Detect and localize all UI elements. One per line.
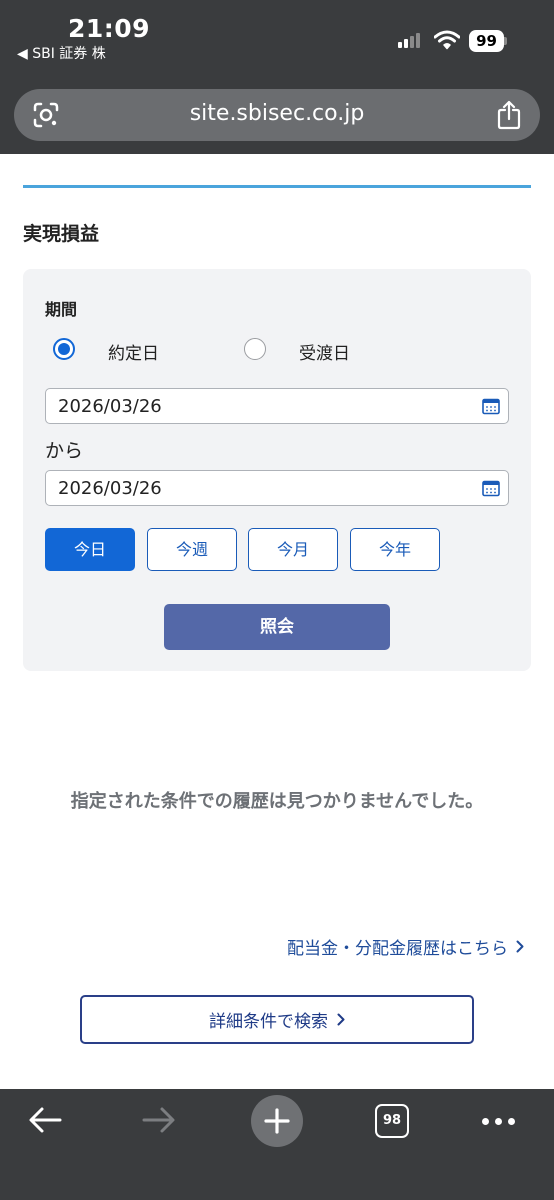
address-bar[interactable]: site.sbisec.co.jp <box>14 89 540 141</box>
accent-divider <box>23 185 531 188</box>
search-condition-panel: 期間 約定日 受渡日 2026/03/26 から 2026/03/26 今日 今… <box>23 269 531 671</box>
tab-switcher-button[interactable]: 98 <box>375 1104 409 1138</box>
more-menu-icon[interactable] <box>482 1118 516 1126</box>
new-tab-button[interactable] <box>251 1095 303 1147</box>
wifi-icon <box>434 30 460 50</box>
quick-this-year-button[interactable]: 今年 <box>350 528 440 571</box>
page-title: 実現損益 <box>23 223 100 245</box>
dividend-history-link[interactable]: 配当金・分配金履歴はこちら <box>287 934 524 959</box>
quick-today-button[interactable]: 今日 <box>45 528 135 571</box>
period-label: 期間 <box>45 300 78 319</box>
forward-arrow-icon[interactable] <box>142 1106 176 1134</box>
plus-icon <box>264 1108 290 1134</box>
date-to-value[interactable]: 2026/03/26 <box>58 478 162 499</box>
back-to-app-link[interactable]: ◀ SBI 証券 株 <box>17 43 106 63</box>
dividend-history-link-label[interactable]: 配当金・分配金履歴はこちら <box>287 934 508 959</box>
battery-icon: 99 <box>469 30 507 52</box>
radio-trade-date[interactable] <box>53 338 75 360</box>
share-icon[interactable] <box>496 100 522 130</box>
chevron-right-icon <box>337 1013 345 1026</box>
no-results-message: 指定された条件での履歴は見つかりませんでした。 <box>70 791 484 812</box>
status-time: 21:09 <box>68 14 151 43</box>
browser-top-bar: 21:09 ◀ SBI 証券 株 99 site.sbisec.co.jp <box>0 0 554 154</box>
browser-bottom-toolbar: 98 <box>0 1089 554 1200</box>
cellular-signal-icon <box>398 32 424 48</box>
date-from-field[interactable]: 2026/03/26 <box>45 388 509 424</box>
quick-this-month-button[interactable]: 今月 <box>248 528 338 571</box>
calendar-icon[interactable] <box>482 480 500 497</box>
radio-settlement-date-label[interactable]: 受渡日 <box>299 339 350 364</box>
date-from-value[interactable]: 2026/03/26 <box>58 396 162 417</box>
range-separator: から <box>45 440 84 462</box>
date-to-field[interactable]: 2026/03/26 <box>45 470 509 506</box>
radio-settlement-date[interactable] <box>244 338 266 360</box>
url-text[interactable]: site.sbisec.co.jp <box>14 101 540 126</box>
back-arrow-icon[interactable] <box>28 1106 62 1134</box>
battery-level: 99 <box>469 30 504 52</box>
chevron-right-icon <box>516 940 524 953</box>
detail-search-label[interactable]: 詳細条件で検索 <box>209 1007 328 1032</box>
radio-trade-date-label[interactable]: 約定日 <box>108 339 159 364</box>
detail-search-button[interactable]: 詳細条件で検索 <box>80 995 474 1044</box>
inquiry-submit-button[interactable]: 照会 <box>164 604 390 650</box>
calendar-icon[interactable] <box>482 398 500 415</box>
quick-this-week-button[interactable]: 今週 <box>147 528 237 571</box>
